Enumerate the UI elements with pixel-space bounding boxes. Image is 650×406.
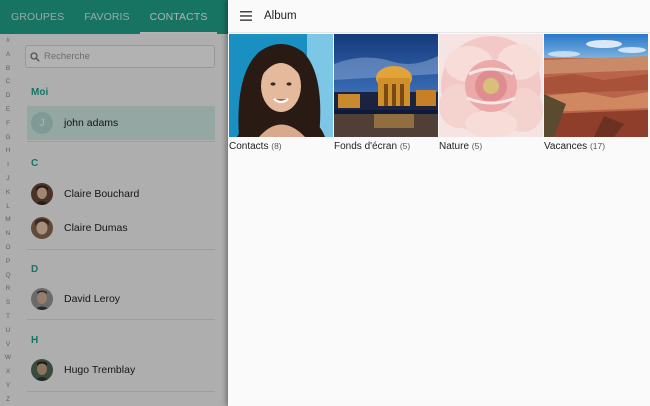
index-letter[interactable]: F	[0, 117, 16, 131]
contact-name: Claire Bouchard	[64, 188, 140, 200]
index-letter[interactable]: D	[0, 89, 16, 103]
contacts-panel: GROUPES FAVORIS CONTACTS # A B C D E F G…	[0, 0, 228, 406]
alphabet-index[interactable]: # A B C D E F G H I J K L M N O P Q R S …	[0, 34, 16, 406]
contact-row-john-adams[interactable]: J john adams	[27, 106, 215, 140]
album-count: (5)	[471, 141, 483, 151]
tab-groupes[interactable]: GROUPES	[0, 0, 74, 34]
contact-name: Claire Dumas	[64, 222, 128, 234]
search-placeholder: Recherche	[44, 51, 90, 62]
index-letter[interactable]: O	[0, 241, 16, 255]
index-letter[interactable]: S	[0, 296, 16, 310]
avatar	[31, 217, 53, 239]
avatar	[31, 183, 53, 205]
section-header-h: H	[31, 335, 39, 346]
section-header-d: D	[31, 264, 39, 275]
hamburger-menu-icon[interactable]	[228, 0, 264, 33]
index-letter[interactable]: M	[0, 213, 16, 227]
tab-favoris[interactable]: FAVORIS	[74, 0, 139, 34]
index-letter[interactable]: K	[0, 186, 16, 200]
album-card-fonds-ecran[interactable]: Fonds d'écran (5)	[334, 34, 438, 152]
album-count: (17)	[589, 141, 606, 151]
album-caption: Vacances (17)	[544, 141, 648, 152]
section-header-c: C	[31, 158, 39, 169]
avatar	[31, 359, 53, 381]
album-name: Fonds d'écran	[334, 141, 398, 152]
tab-contacts[interactable]: CONTACTS	[139, 0, 218, 34]
section-header-moi: Moi	[31, 87, 49, 98]
index-letter[interactable]: B	[0, 62, 16, 76]
contact-name: Hugo Tremblay	[64, 364, 136, 376]
album-caption: Nature (5)	[439, 141, 543, 152]
index-letter[interactable]: R	[0, 282, 16, 296]
index-letter[interactable]: G	[0, 131, 16, 145]
avatar: J	[31, 112, 53, 134]
album-name: Nature	[439, 141, 470, 152]
search-icon	[26, 47, 44, 67]
index-letter[interactable]: Z	[0, 393, 16, 406]
album-panel: Album Contacts (8) Fonds d'écran (5) Nat…	[228, 0, 650, 406]
index-letter[interactable]: L	[0, 200, 16, 214]
index-letter[interactable]: A	[0, 48, 16, 62]
index-letter[interactable]: N	[0, 227, 16, 241]
album-count: (5)	[399, 141, 411, 151]
index-letter[interactable]: W	[0, 351, 16, 365]
index-letter[interactable]: E	[0, 103, 16, 117]
album-name: Contacts	[229, 141, 269, 152]
index-letter[interactable]: J	[0, 172, 16, 186]
avatar-initial: J	[39, 117, 45, 129]
index-letter[interactable]: I	[0, 158, 16, 172]
album-thumbnail	[229, 34, 333, 137]
app-bar: Album	[228, 0, 650, 33]
tab-bar: GROUPES FAVORIS CONTACTS	[0, 0, 228, 34]
divider	[27, 391, 215, 392]
index-letter[interactable]: P	[0, 255, 16, 269]
avatar	[31, 288, 53, 310]
album-count: (8)	[271, 141, 282, 151]
contact-row-david-leroy[interactable]: David Leroy	[27, 282, 215, 316]
index-letter[interactable]: U	[0, 324, 16, 338]
divider	[27, 141, 215, 142]
contact-row-claire-bouchard[interactable]: Claire Bouchard	[27, 177, 215, 211]
divider	[27, 319, 215, 320]
album-caption: Fonds d'écran (5)	[334, 141, 438, 152]
index-letter[interactable]: T	[0, 310, 16, 324]
album-caption: Contacts (8)	[229, 141, 333, 152]
contact-row-claire-dumas[interactable]: Claire Dumas	[27, 211, 215, 245]
album-thumbnail	[439, 34, 543, 137]
album-card-nature[interactable]: Nature (5)	[439, 34, 543, 152]
contact-name: john adams	[64, 117, 119, 129]
album-thumbnail	[334, 34, 438, 137]
index-letter[interactable]: Y	[0, 379, 16, 393]
album-name: Vacances	[544, 141, 588, 152]
index-letter[interactable]: C	[0, 75, 16, 89]
page-title: Album	[264, 10, 297, 22]
index-letter[interactable]: V	[0, 338, 16, 352]
index-letter[interactable]: Q	[0, 269, 16, 283]
contact-row-hugo-tremblay[interactable]: Hugo Tremblay	[27, 353, 215, 387]
index-letter[interactable]: X	[0, 365, 16, 379]
divider	[27, 249, 215, 250]
search-input[interactable]: Recherche	[25, 45, 215, 68]
album-card-contacts[interactable]: Contacts (8)	[229, 34, 333, 152]
album-card-vacances[interactable]: Vacances (17)	[544, 34, 648, 152]
album-thumbnail	[544, 34, 648, 137]
contact-name: David Leroy	[64, 293, 121, 305]
index-letter[interactable]: H	[0, 144, 16, 158]
index-letter[interactable]: #	[0, 34, 16, 48]
